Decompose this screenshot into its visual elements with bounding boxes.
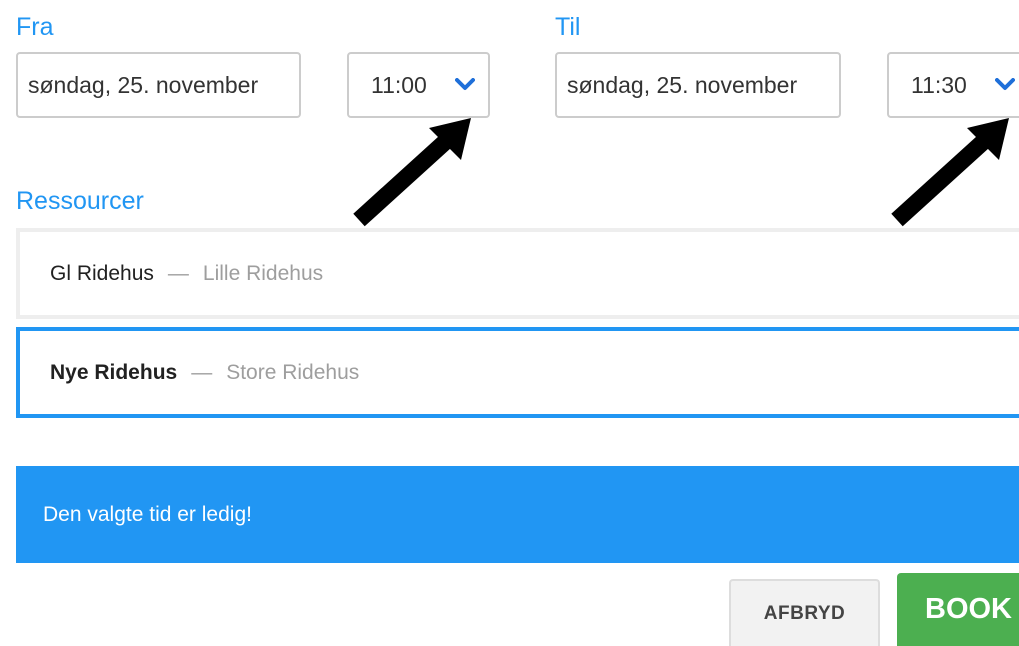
resource-subname: Lille Ridehus: [202, 261, 324, 285]
arrow-annotation-icon: [891, 118, 1009, 227]
book-button[interactable]: BOOK: [897, 573, 1019, 646]
from-label: Fra: [16, 13, 54, 41]
to-date-field[interactable]: søndag, 25. november: [555, 52, 841, 118]
from-time-select[interactable]: 11:00: [347, 52, 490, 118]
resource-option[interactable]: Gl Ridehus — Lille Ridehus: [16, 228, 1019, 319]
chevron-down-icon: [455, 78, 475, 90]
booking-form: Fra søndag, 25. november 11:00 Til sønda…: [0, 0, 1019, 646]
to-label: Til: [555, 13, 581, 41]
separator-dash: —: [167, 261, 189, 285]
cancel-button[interactable]: AFBRYD: [729, 579, 880, 646]
resource-subname: Store Ridehus: [226, 360, 360, 384]
chevron-down-icon: [995, 78, 1015, 90]
to-time-select[interactable]: 11:30: [887, 52, 1019, 118]
resources-label: Ressourcer: [16, 187, 144, 215]
resource-name: Gl Ridehus: [50, 261, 154, 285]
resource-option-selected[interactable]: Nye Ridehus — Store Ridehus: [16, 327, 1019, 418]
from-time-value: 11:00: [371, 71, 427, 98]
to-time-value: 11:30: [911, 71, 967, 98]
alert-text: Den valgte tid er ledig!: [43, 502, 252, 526]
arrow-annotation-icon: [353, 118, 471, 227]
resource-name: Nye Ridehus: [50, 360, 178, 384]
from-date-field[interactable]: søndag, 25. november: [16, 52, 301, 118]
availability-alert: Den valgte tid er ledig!: [16, 466, 1019, 563]
separator-dash: —: [191, 360, 213, 384]
